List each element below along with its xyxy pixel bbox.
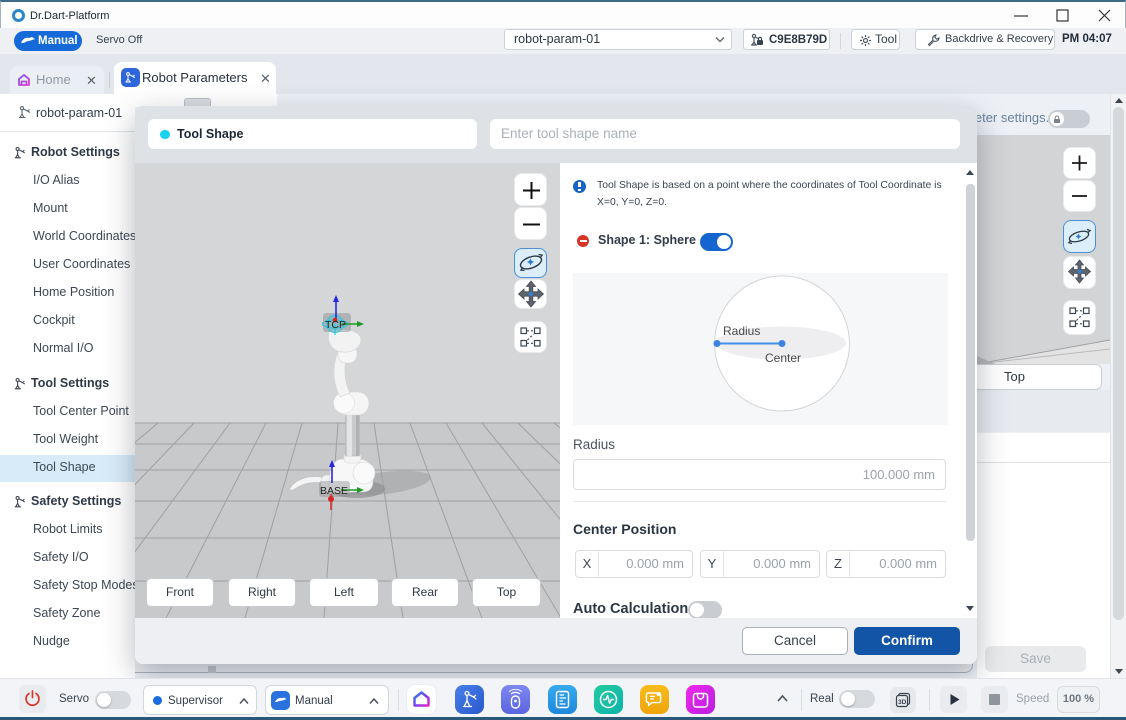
svg-text:Center: Center xyxy=(765,351,801,365)
svg-text:BASE: BASE xyxy=(320,485,348,497)
svg-text:TCP: TCP xyxy=(325,319,346,331)
svg-text:Radius: Radius xyxy=(723,324,760,338)
svg-text:3D: 3D xyxy=(898,699,907,706)
